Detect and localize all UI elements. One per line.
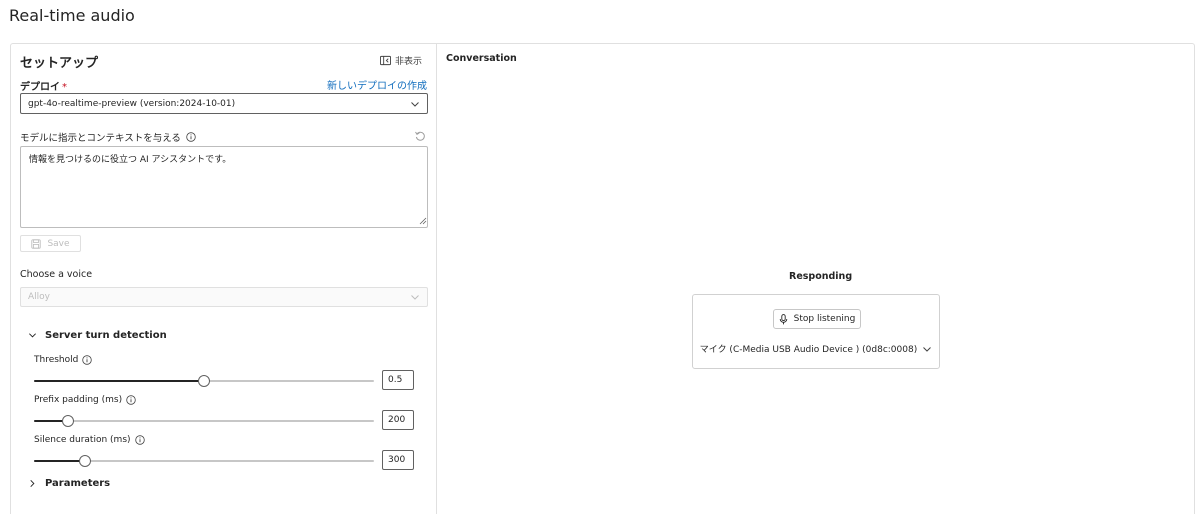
chevron-down-icon: [923, 346, 932, 352]
threshold-label: Threshold: [34, 355, 93, 365]
silence-duration-slider[interactable]: [34, 455, 374, 467]
silence-duration-slider-thumb[interactable]: [79, 455, 91, 467]
voice-label: Choose a voice: [20, 269, 93, 280]
hide-panel-label: 非表示: [394, 57, 422, 67]
silence-duration-slider-fill: [34, 460, 85, 462]
new-deployment-link[interactable]: 新しいデプロイの作成: [327, 77, 427, 92]
parameters-title: Parameters: [45, 478, 111, 489]
parameters-header[interactable]: Parameters: [28, 478, 110, 489]
conversation-title: Conversation: [446, 53, 517, 64]
prefix-padding-label: Prefix padding (ms): [34, 395, 136, 405]
stop-listening-button[interactable]: Stop listening: [773, 309, 861, 329]
required-mark: *: [62, 82, 67, 93]
info-icon[interactable]: [186, 132, 196, 142]
threshold-slider[interactable]: [34, 375, 374, 387]
chevron-right-icon: [30, 480, 35, 487]
prefix-padding-slider-thumb[interactable]: [62, 415, 74, 427]
info-icon[interactable]: [126, 395, 136, 405]
microphone-icon: [779, 313, 787, 324]
deployment-select[interactable]: gpt-4o-realtime-preview (version:2024-10…: [20, 93, 428, 114]
save-label: Save: [47, 238, 70, 249]
chevron-down-icon: [411, 295, 419, 300]
info-icon[interactable]: [82, 355, 93, 365]
chevron-down-icon: [29, 333, 36, 338]
server-turn-detection-header[interactable]: Server turn detection: [28, 330, 167, 341]
page-title: Real-time audio: [9, 6, 135, 25]
resize-grip-icon[interactable]: [419, 217, 427, 225]
threshold-slider-thumb[interactable]: [198, 375, 210, 387]
voice-selected-value: Alloy: [28, 292, 50, 302]
setup-title: セットアップ: [20, 56, 99, 71]
info-icon[interactable]: [134, 435, 145, 445]
prefix-padding-slider[interactable]: [34, 415, 374, 427]
deployment-label: デプロイ *: [20, 82, 67, 93]
deployment-selected-value: gpt-4o-realtime-preview (version:2024-10…: [28, 98, 236, 109]
save-button[interactable]: Save: [20, 235, 81, 252]
instructions-textarea[interactable]: [20, 146, 428, 228]
voice-select[interactable]: Alloy: [20, 287, 428, 307]
microphone-device-value: マイク (C-Media USB Audio Device ) (0d8c:00…: [699, 345, 918, 355]
threshold-slider-fill: [34, 380, 204, 382]
threshold-value-input[interactable]: 0.5: [382, 370, 414, 390]
save-icon: [31, 238, 42, 249]
microphone-panel: Stop listening マイク (C-Media USB Audio De…: [692, 294, 940, 369]
setup-panel: セットアップ 非表示 デプロイ * 新しいデプロイの作成 gpt-4o-realt…: [11, 44, 437, 514]
reset-icon[interactable]: [414, 130, 426, 142]
silence-duration-label: Silence duration (ms): [34, 435, 145, 445]
chevron-down-icon: [411, 101, 419, 107]
panel-collapse-icon: [379, 55, 391, 66]
hide-panel-button[interactable]: 非表示: [379, 54, 422, 67]
prefix-padding-value-input[interactable]: 200: [382, 410, 414, 430]
main-card: セットアップ 非表示 デプロイ * 新しいデプロイの作成 gpt-4o-realt…: [10, 43, 1195, 514]
status-text: Responding: [789, 271, 853, 282]
instructions-label: モデルに指示とコンテキストを与える: [20, 130, 196, 144]
microphone-device-select[interactable]: マイク (C-Media USB Audio Device ) (0d8c:00…: [693, 342, 939, 355]
server-turn-detection-title: Server turn detection: [45, 330, 167, 341]
stop-listening-label: Stop listening: [793, 314, 856, 324]
silence-duration-value-input[interactable]: 300: [382, 450, 414, 470]
